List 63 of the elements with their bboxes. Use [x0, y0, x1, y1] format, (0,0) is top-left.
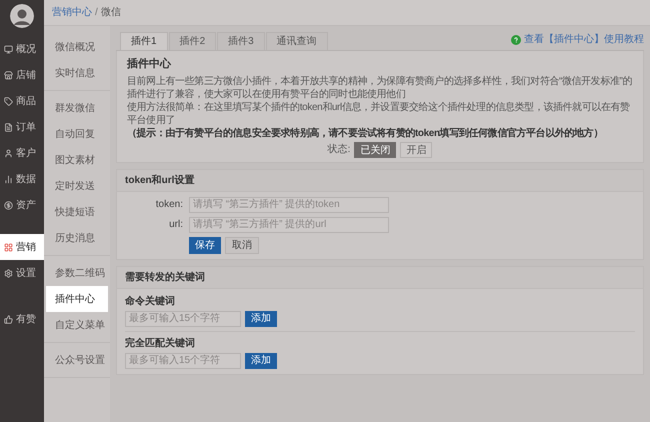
sub-nav-item[interactable]: 公众号设置 — [46, 347, 108, 373]
field-label: token: — [154, 198, 183, 212]
text-field[interactable]: 请填写 “第三方插件” 提供的token — [189, 196, 389, 212]
coin-icon — [4, 200, 13, 210]
main-nav-item[interactable]: 设置 — [0, 260, 44, 286]
main-nav-item[interactable]: 商品 — [0, 88, 44, 114]
description-text: 目前网上有一些第三方微信小插件，本着开放共享的精神，为保障有赞商户的选择多样性，我们对符合“微信开发标准”的插件进行了兼容，使大家可以在使用有赞平台的同时也能使用他们 — [127, 74, 633, 100]
description-text: 使用方法很简单：在这里填写某个插件的token和url信息，并设置要交给这个插件处理的信息类型，该插件就可以在有赞平台使用了 — [127, 100, 631, 126]
sub-nav-item[interactable]: 插件中心 — [46, 286, 108, 312]
sub-nav-item[interactable]: 自动回复 — [46, 121, 108, 147]
tag-icon — [4, 96, 13, 106]
monitor-icon — [4, 44, 13, 54]
breadcrumb-current: 微信 — [100, 6, 121, 20]
cancel-button[interactable]: 取消 — [225, 236, 259, 254]
main-nav-item[interactable]: 店铺 — [0, 62, 44, 88]
field-label: url: — [168, 218, 183, 232]
main-nav-item[interactable]: 有赞 — [0, 306, 44, 332]
main-nav-item[interactable]: 数据 — [0, 166, 44, 192]
tab[interactable]: 插件2 — [168, 32, 216, 50]
add-button[interactable]: 添加 — [245, 310, 277, 326]
sub-nav-item[interactable]: 图文素材 — [46, 147, 108, 173]
text-field[interactable]: 请填写 “第三方插件” 提供的url — [189, 216, 389, 232]
sub-nav-item[interactable]: 参数二维码 — [46, 260, 108, 286]
sub-nav-item[interactable]: 微信概况 — [46, 34, 108, 60]
sub-nav-item[interactable]: 快捷短语 — [46, 199, 108, 225]
breadcrumb-link[interactable]: 营销中心 — [52, 5, 92, 20]
save-button[interactable]: 保存 — [189, 236, 221, 254]
sub-nav-item[interactable]: 自定义菜单 — [46, 312, 108, 338]
help-link[interactable]: 查看【插件中心】使用教程 — [524, 32, 644, 47]
help-icon — [511, 34, 521, 44]
keyword-group-title: 完全匹配关键词 — [125, 336, 196, 350]
thumbs-up-icon — [4, 314, 13, 324]
section-title: token和url设置 — [117, 170, 643, 192]
user-icon — [4, 148, 13, 158]
sub-nav-item[interactable]: 实时信息 — [46, 60, 108, 86]
main-nav-item[interactable]: 订单 — [0, 114, 44, 140]
status-toggle[interactable]: 已关闭 — [354, 142, 396, 158]
tab[interactable]: 插件3 — [217, 32, 265, 50]
tab[interactable]: 通讯查询 — [266, 32, 328, 50]
status-label: 状态: — [328, 142, 350, 157]
main-nav-item[interactable]: 概况 — [0, 36, 44, 62]
main-nav-item[interactable]: 营销 — [0, 234, 44, 260]
main-nav-item[interactable]: 资产 — [0, 192, 44, 218]
sub-nav-item[interactable]: 历史消息 — [46, 225, 108, 251]
keyword-field[interactable]: 最多可输入15个字符 — [125, 310, 241, 326]
tab[interactable]: 插件1 — [120, 32, 168, 50]
keyword-group-title: 命令关键词 — [125, 294, 176, 308]
keyword-field[interactable]: 最多可输入15个字符 — [125, 352, 241, 368]
settings-icon — [4, 268, 13, 278]
sub-nav-item[interactable]: 定时发送 — [46, 173, 108, 199]
status-toggle[interactable]: 开启 — [400, 142, 432, 158]
add-button[interactable]: 添加 — [245, 352, 277, 368]
panel-title: 插件中心 — [127, 56, 172, 72]
main-nav-item[interactable]: 客户 — [0, 140, 44, 166]
warning-text: （提示：由于有赞平台的信息安全要求特别高，请不要尝试将有赞的token填写到任何微信官方平台以外的地方） — [127, 126, 604, 140]
avatar[interactable] — [10, 4, 34, 28]
breadcrumb-separator: / — [95, 6, 98, 20]
sub-nav-item[interactable]: 群发微信 — [46, 95, 108, 121]
bar-chart-icon — [4, 174, 13, 184]
document-icon — [4, 122, 13, 132]
store-icon — [4, 70, 13, 80]
grid-icon — [4, 242, 13, 252]
section-title: 需要转发的关键词 — [117, 266, 643, 288]
